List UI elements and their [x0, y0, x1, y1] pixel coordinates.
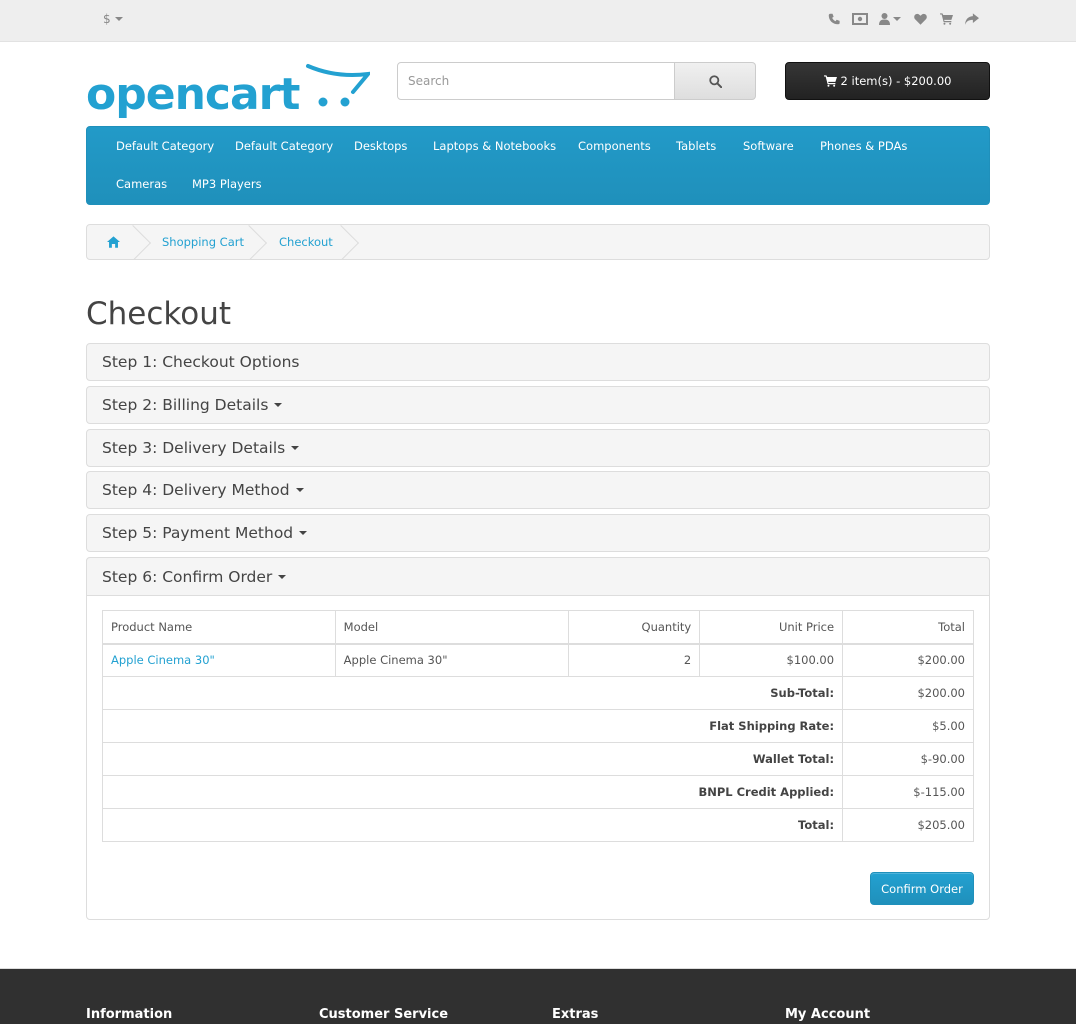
main-menu: Default Category Default Category Deskto… [86, 126, 990, 205]
step-title: Step 2: Billing Details [102, 396, 269, 414]
caret-down-icon [299, 531, 308, 535]
footer-heading-my-account: My Account [785, 1007, 871, 1022]
currency-symbol: $ [103, 12, 111, 26]
chevron-down-icon [893, 17, 901, 21]
cart-icon[interactable] [938, 11, 954, 27]
shipping-row: Flat Shipping Rate: $5.00 [101, 709, 974, 743]
cart-icon [823, 75, 837, 87]
grand-total-row: Total: $205.00 [101, 808, 974, 842]
quantity-cell: 2 [568, 643, 701, 677]
menu-item-software[interactable]: Software [743, 139, 794, 153]
total-value: $200.00 [842, 676, 974, 710]
user-icon[interactable] [878, 11, 902, 27]
svg-text:opencart: opencart [86, 69, 300, 118]
total-value: $205.00 [842, 808, 974, 842]
step-1-heading[interactable]: Step 1: Checkout Options [86, 343, 990, 381]
subtotal-row: Sub-Total: $200.00 [101, 676, 974, 710]
search-button[interactable] [675, 62, 756, 100]
step-4-heading[interactable]: Step 4: Delivery Method [86, 471, 990, 509]
total-value: $5.00 [842, 709, 974, 743]
total-value: $-90.00 [842, 742, 974, 776]
column-header: Unit Price [699, 610, 844, 645]
column-header: Quantity [568, 610, 701, 645]
column-header: Total [842, 610, 974, 645]
menu-item-components[interactable]: Components [578, 139, 651, 153]
bnpl-row: BNPL Credit Applied: $-115.00 [101, 775, 974, 809]
breadcrumb: Shopping Cart Checkout [86, 224, 990, 260]
total-label: Sub-Total: [101, 676, 844, 710]
menu-item-tablets[interactable]: Tablets [676, 139, 716, 153]
heart-icon[interactable] [912, 11, 928, 27]
total-label: Total: [101, 808, 844, 842]
menu-item-default-category[interactable]: Default Category [116, 139, 214, 153]
step-title: Step 4: Delivery Method [102, 481, 290, 499]
total-label: Wallet Total: [101, 742, 844, 776]
step-title: Step 3: Delivery Details [102, 439, 286, 457]
opencart-logo[interactable]: opencart [86, 62, 373, 120]
menu-item-mp3-players[interactable]: MP3 Players [192, 177, 262, 191]
cart-total-label: 2 item(s) - $200.00 [840, 74, 952, 88]
step-title: Step 1: Checkout Options [102, 353, 300, 371]
chevron-down-icon [114, 17, 123, 21]
total-label: BNPL Credit Applied: [101, 775, 844, 809]
search-icon [708, 74, 722, 88]
product-link[interactable]: Apple Cinema 30" [111, 653, 215, 667]
model-cell: Apple Cinema 30" [334, 643, 570, 677]
footer-heading-information: Information [86, 1007, 173, 1022]
money-icon[interactable] [852, 11, 868, 27]
confirm-order-button[interactable]: Confirm Order [870, 872, 974, 905]
page-title: Checkout [86, 296, 232, 332]
column-header: Product Name [102, 610, 336, 645]
cart-button[interactable]: 2 item(s) - $200.00 [785, 62, 990, 100]
wallet-row: Wallet Total: $-90.00 [101, 742, 974, 776]
table-row: Apple Cinema 30" Apple Cinema 30" 2 $100… [102, 643, 974, 677]
search-input[interactable] [397, 62, 675, 100]
share-icon[interactable] [964, 11, 980, 27]
table-header-row: Product Name Model Quantity Unit Price T… [102, 610, 974, 645]
caret-down-icon [278, 574, 287, 579]
caret-down-icon [274, 403, 283, 407]
caret-down-icon [295, 488, 304, 492]
phone-icon[interactable] [826, 11, 842, 27]
footer: Information Customer Service Extras My A… [0, 968, 1076, 1024]
total-label: Flat Shipping Rate: [101, 709, 844, 743]
unit-price-cell: $100.00 [699, 643, 844, 677]
menu-item-default-category[interactable]: Default Category [235, 139, 333, 153]
footer-heading-extras: Extras [552, 1007, 599, 1022]
step-title: Step 6: Confirm Order [102, 567, 273, 586]
footer-heading-customer-service: Customer Service [319, 1007, 449, 1022]
step-title: Step 5: Payment Method [102, 524, 294, 542]
top-links [826, 11, 980, 27]
menu-item-laptops[interactable]: Laptops & Notebooks [433, 139, 556, 153]
menu-item-desktops[interactable]: Desktops [354, 139, 407, 153]
order-table: Product Name Model Quantity Unit Price T… [101, 610, 974, 842]
product-name-cell: Apple Cinema 30" [102, 643, 336, 677]
column-header: Model [334, 610, 570, 645]
total-cell: $200.00 [842, 643, 974, 677]
step-6-heading[interactable]: Step 6: Confirm Order [86, 557, 990, 596]
step-2-heading[interactable]: Step 2: Billing Details [86, 386, 990, 424]
search-bar [397, 62, 756, 100]
total-value: $-115.00 [842, 775, 974, 809]
menu-item-phones[interactable]: Phones & PDAs [820, 139, 907, 153]
top-bar: $ [0, 0, 1076, 42]
caret-down-icon [291, 446, 300, 450]
menu-item-cameras[interactable]: Cameras [116, 177, 167, 191]
currency-dropdown[interactable]: $ [103, 12, 123, 26]
step-3-heading[interactable]: Step 3: Delivery Details [86, 429, 990, 467]
step-5-heading[interactable]: Step 5: Payment Method [86, 514, 990, 552]
